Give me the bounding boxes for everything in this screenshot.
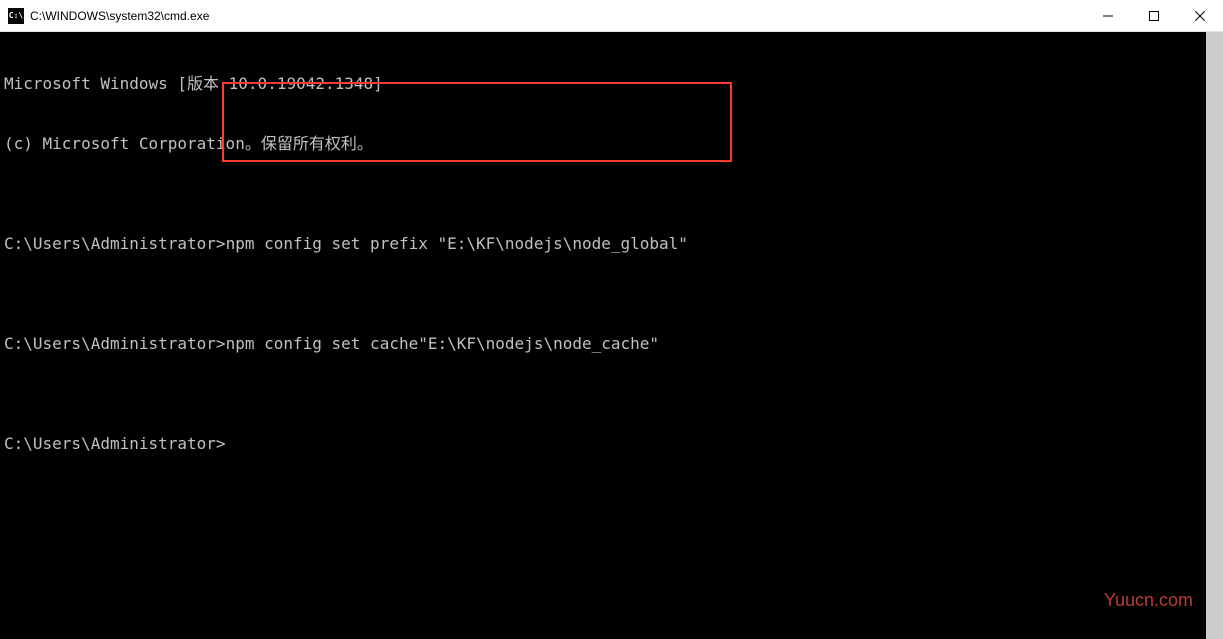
terminal-line: (c) Microsoft Corporation。保留所有权利。 [4,134,1202,154]
cmd-window: C:\ C:\WINDOWS\system32\cmd.exe Microsof… [0,0,1223,639]
minimize-button[interactable] [1085,0,1131,31]
terminal-prompt: C:\Users\Administrator> [4,334,226,354]
terminal-prompt-line: C:\Users\Administrator>npm config set pr… [4,234,1202,254]
maximize-button[interactable] [1131,0,1177,31]
window-controls [1085,0,1223,31]
terminal-line: Microsoft Windows [版本 10.0.19042.1348] [4,74,1202,94]
terminal-prompt: C:\Users\Administrator> [4,434,226,454]
terminal-prompt: C:\Users\Administrator> [4,234,226,254]
maximize-icon [1149,11,1159,21]
minimize-icon [1103,11,1113,21]
terminal-command: npm config set cache"E:\KF\nodejs\node_c… [226,334,659,354]
close-button[interactable] [1177,0,1223,31]
terminal[interactable]: Microsoft Windows [版本 10.0.19042.1348] (… [0,32,1206,639]
titlebar[interactable]: C:\ C:\WINDOWS\system32\cmd.exe [0,0,1223,32]
terminal-prompt-line: C:\Users\Administrator> [4,434,1202,454]
terminal-command: npm config set prefix "E:\KF\nodejs\node… [226,234,688,254]
window-title: C:\WINDOWS\system32\cmd.exe [30,9,1085,23]
terminal-prompt-line: C:\Users\Administrator>npm config set ca… [4,334,1202,354]
scrollbar-thumb[interactable] [1206,32,1223,639]
app-icon: C:\ [8,8,24,24]
close-icon [1195,11,1205,21]
vertical-scrollbar[interactable] [1206,32,1223,639]
terminal-area: Microsoft Windows [版本 10.0.19042.1348] (… [0,32,1223,639]
